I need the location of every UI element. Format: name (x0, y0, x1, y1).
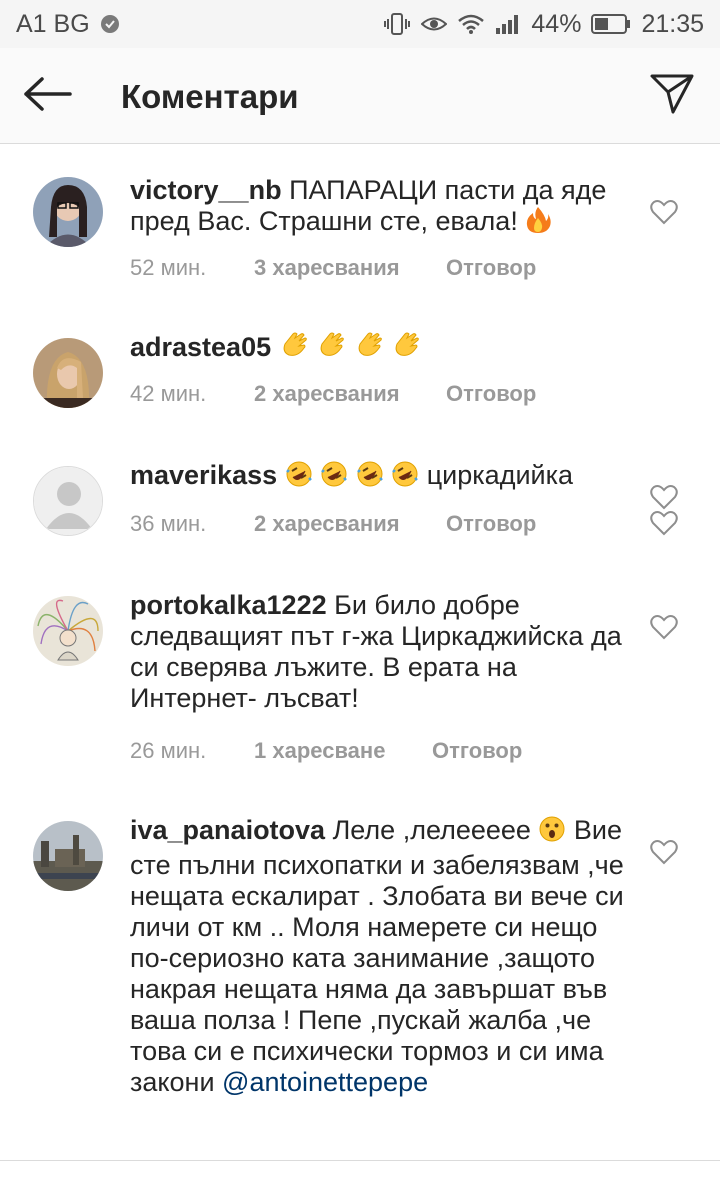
carrier-label: A1 BG (16, 9, 90, 38)
comment-username[interactable]: victory__nb (130, 175, 282, 205)
reply-button[interactable]: Отговор (446, 511, 536, 537)
avatar[interactable] (33, 821, 103, 891)
paper-plane-icon (649, 73, 695, 120)
comment-time: 26 мин. (130, 738, 207, 763)
clap-emoji-icon (354, 330, 384, 367)
clap-emoji-icon (391, 330, 421, 367)
header: Коментари (0, 48, 720, 144)
rofl-emoji-icon (285, 460, 313, 495)
comment-likes[interactable]: 1 харесване (254, 738, 432, 764)
avatar[interactable] (33, 338, 103, 408)
comment-content-after: Вие сте пълни психопатки и забелязвам ,ч… (130, 815, 624, 1097)
divider (0, 1160, 720, 1161)
comment-time: 52 мин. (130, 255, 207, 280)
direct-message-button[interactable] (642, 70, 702, 122)
heart-icon[interactable] (648, 197, 680, 227)
comment-text: adrastea05 (130, 330, 630, 367)
clock: 21:35 (641, 9, 704, 38)
comment-content (271, 332, 279, 362)
astonished-emoji-icon (538, 815, 566, 850)
avatar[interactable] (33, 177, 103, 247)
status-right: 44% 21:35 (383, 10, 704, 39)
signal-icon (495, 13, 521, 35)
heart-icon[interactable] (648, 482, 680, 512)
eye-icon (421, 13, 448, 35)
comment-meta: 42 мин. 2 харесвания Отговор (130, 381, 536, 407)
back-button[interactable] (18, 72, 76, 120)
fire-emoji-icon (525, 206, 551, 241)
comment-username[interactable]: maverikass (130, 460, 277, 490)
comment-mention-link[interactable]: @antoinettepepe (222, 1067, 428, 1097)
comment-content (277, 460, 285, 490)
comment-username[interactable]: portokalka1222 (130, 590, 327, 620)
battery-icon (591, 13, 631, 35)
comment-username[interactable]: iva_panaiotova (130, 815, 325, 845)
comment-username[interactable]: adrastea05 (130, 332, 271, 362)
comment-likes[interactable]: 2 харесвания (254, 511, 446, 537)
comment-meta: 36 мин. 2 харесвания Отговор (130, 511, 536, 537)
rofl-emoji-icon (356, 460, 384, 495)
heart-icon[interactable] (648, 837, 680, 867)
rofl-emoji-icon (320, 460, 348, 495)
comment-content-after: циркадийка (419, 460, 574, 490)
reply-button[interactable]: Отговор (446, 255, 536, 281)
comment-time: 42 мин. (130, 381, 207, 406)
comment-time: 36 мин. (130, 511, 207, 536)
avatar[interactable] (33, 596, 103, 666)
status-left: A1 BG (16, 10, 120, 39)
reply-button[interactable]: Отговор (432, 738, 522, 764)
comment-meta: 26 мин. 1 харесване Отговор (130, 738, 522, 764)
comment-text: maverikass циркадийка (130, 460, 630, 495)
page-title: Коментари (121, 78, 299, 115)
comment-text: portokalka1222 Би било добре следващият … (130, 590, 630, 714)
vibrate-icon (383, 12, 411, 36)
clap-emoji-icon (316, 330, 346, 367)
comment-content: Леле ,лелеееее (325, 815, 539, 845)
vpn-shield-icon (100, 14, 120, 34)
battery-percent: 44% (531, 9, 582, 38)
wifi-icon (457, 13, 485, 35)
rofl-emoji-icon (391, 460, 419, 495)
comment-text: victory__nb ПАПАРАЦИ пасти да яде пред В… (130, 175, 630, 241)
comment-text: iva_panaiotova Леле ,лелеееее Вие сте пъ… (130, 815, 630, 1098)
avatar-placeholder[interactable] (33, 466, 103, 536)
comment-meta: 52 мин. 3 харесвания Отговор (130, 255, 536, 281)
status-bar: A1 BG 44% 21:35 (0, 0, 720, 48)
comment-likes[interactable]: 3 харесвания (254, 255, 446, 281)
clap-emoji-icon (279, 330, 309, 367)
reply-button[interactable]: Отговор (446, 381, 536, 407)
arrow-left-icon (22, 76, 72, 117)
comment-likes[interactable]: 2 харесвания (254, 381, 446, 407)
heart-icon[interactable] (648, 612, 680, 642)
heart-icon[interactable] (648, 508, 680, 538)
